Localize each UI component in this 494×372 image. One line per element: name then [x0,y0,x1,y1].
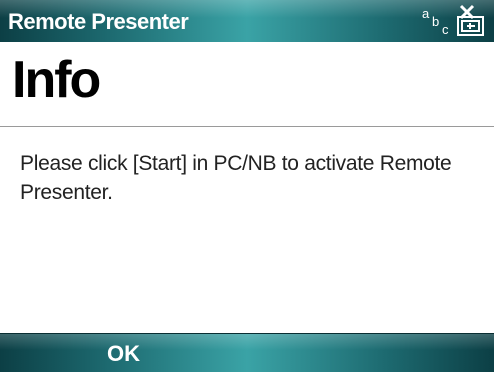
close-icon-graphic [457,4,484,36]
input-mode-indicator[interactable]: a b c [420,4,454,38]
page-title: Info [12,51,101,109]
info-message: Please click [Start] in PC/NB to activat… [20,152,452,204]
app-title: Remote Presenter [8,9,189,34]
input-mode-glyph: a [422,6,430,21]
ok-button[interactable]: OK [0,334,247,372]
input-mode-glyph: c [442,22,449,37]
content-area: Please click [Start] in PC/NB to activat… [0,127,494,333]
input-mode-glyph: b [432,14,440,29]
title-bar: Remote Presenter a b c [0,0,494,42]
right-softkey[interactable] [247,334,494,372]
header: Info [0,42,494,127]
remote-presenter-info-screen: Remote Presenter a b c Info Please click… [0,0,494,372]
softkey-bar: OK [0,333,494,372]
close-icon[interactable] [452,3,488,39]
